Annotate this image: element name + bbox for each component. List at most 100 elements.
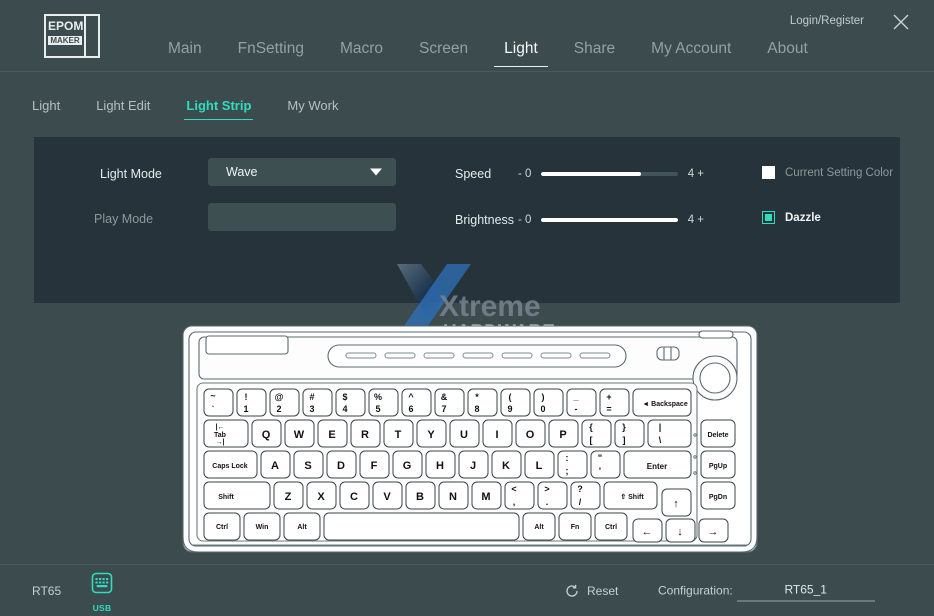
speed-min-label[interactable]: - 0: [518, 168, 531, 180]
nav-item-light[interactable]: Light: [486, 38, 556, 67]
svg-text:9: 9: [507, 404, 512, 414]
light-mode-label: Light Mode: [100, 167, 162, 181]
subnav-label: Light Edit: [96, 98, 151, 113]
svg-text:%: %: [374, 392, 382, 402]
subnav-item-light-edit[interactable]: Light Edit: [78, 96, 168, 116]
dazzle-checkbox[interactable]: Dazzle: [762, 211, 821, 224]
svg-text:M: M: [481, 491, 490, 503]
top-bar: EPOM MAKER Login/Register Main FnSetting…: [0, 0, 934, 72]
svg-text:;: ;: [566, 466, 569, 476]
svg-text::: :: [566, 453, 569, 463]
svg-text:J: J: [470, 460, 476, 472]
svg-text:A: A: [271, 460, 279, 472]
svg-text:V: V: [383, 491, 391, 503]
svg-text:W: W: [294, 429, 305, 441]
svg-text:I: I: [495, 429, 498, 441]
subnav-item-light-strip[interactable]: Light Strip: [168, 96, 269, 120]
keyboard-usb-icon[interactable]: USB: [84, 572, 120, 613]
connected-device-name: RT65: [32, 583, 62, 598]
svg-text:): ): [542, 392, 545, 402]
brightness-track[interactable]: [541, 218, 678, 222]
nav-label: Macro: [339, 40, 384, 57]
nav-item-my-account[interactable]: My Account: [633, 38, 749, 60]
svg-text:^: ^: [408, 392, 414, 402]
svg-text:PgUp: PgUp: [709, 463, 727, 470]
svg-text:&: &: [441, 392, 448, 402]
login-register-link[interactable]: Login/Register: [790, 15, 864, 27]
svg-text:S: S: [304, 460, 311, 472]
svg-text:R: R: [361, 429, 369, 441]
svg-text:U: U: [460, 429, 468, 441]
svg-text:Caps Lock: Caps Lock: [212, 463, 248, 470]
speed-slider[interactable]: - 0 4 +: [518, 165, 704, 183]
reset-button[interactable]: Reset: [565, 584, 618, 598]
svg-text:': ': [599, 466, 601, 476]
subnav-item-light[interactable]: Light: [32, 96, 78, 116]
svg-text:7: 7: [441, 404, 446, 414]
svg-text:Shift: Shift: [218, 494, 234, 501]
svg-text:K: K: [502, 460, 510, 472]
current-setting-color-checkbox[interactable]: Current Setting Color: [762, 166, 893, 179]
logo-text-primary: EPOM: [48, 19, 84, 33]
svg-text:1: 1: [243, 404, 248, 414]
checkbox-box[interactable]: [762, 211, 775, 224]
svg-text:L: L: [536, 460, 543, 472]
brightness-slider[interactable]: - 0 4 +: [518, 211, 704, 229]
sub-navigation: Light Light Edit Light Strip My Work: [0, 90, 356, 122]
svg-text:3: 3: [309, 404, 314, 414]
svg-text:H: H: [436, 460, 444, 472]
svg-text:⇧ Shift: ⇧ Shift: [620, 493, 644, 501]
svg-text:D: D: [337, 460, 345, 472]
speed-track[interactable]: [541, 172, 678, 176]
svg-text:$: $: [342, 392, 347, 402]
svg-text:E: E: [328, 429, 335, 441]
close-icon[interactable]: [890, 11, 912, 33]
brightness-label: Brightness: [455, 213, 515, 227]
nav-label: Main: [168, 40, 202, 57]
svg-text:F: F: [371, 460, 378, 472]
configuration-value: RT65_1: [784, 582, 827, 596]
nav-item-fnsetting[interactable]: FnSetting: [220, 38, 322, 60]
nav-item-screen[interactable]: Screen: [401, 38, 486, 60]
svg-text:↓: ↓: [677, 526, 683, 538]
svg-text:]: ]: [623, 435, 626, 445]
svg-text:<: <: [511, 484, 516, 494]
subnav-label: My Work: [287, 98, 339, 113]
svg-text:T: T: [395, 429, 402, 441]
configuration-label: Configuration:: [658, 583, 733, 598]
svg-text:Z: Z: [285, 491, 292, 503]
subnav-label: Light: [32, 98, 61, 113]
svg-text:←: ←: [642, 526, 653, 538]
svg-text:|←: |←: [216, 424, 225, 431]
nav-item-about[interactable]: About: [749, 38, 826, 60]
svg-text:0: 0: [540, 404, 545, 414]
svg-text:=: =: [606, 404, 611, 414]
speed-fill: [541, 172, 641, 176]
speed-label: Speed: [455, 167, 492, 181]
svg-text:Delete: Delete: [707, 432, 728, 439]
usb-label: USB: [92, 603, 112, 613]
play-mode-select[interactable]: [208, 203, 396, 231]
nav-item-macro[interactable]: Macro: [322, 38, 401, 60]
light-mode-select[interactable]: Wave: [208, 158, 396, 186]
svg-text:Alt: Alt: [297, 524, 307, 531]
svg-text:{: {: [589, 422, 593, 432]
nav-item-share[interactable]: Share: [556, 38, 633, 60]
configuration-input[interactable]: RT65_1: [736, 580, 875, 601]
nav-label: About: [767, 40, 808, 57]
svg-text:*: *: [475, 392, 479, 402]
brightness-max-label[interactable]: 4 +: [688, 214, 704, 226]
reset-label: Reset: [587, 583, 619, 598]
speed-max-label[interactable]: 4 +: [688, 168, 704, 180]
nav-item-main[interactable]: Main: [150, 38, 220, 60]
svg-text:Alt: Alt: [534, 524, 544, 531]
subnav-item-my-work[interactable]: My Work: [269, 96, 356, 116]
svg-text:5: 5: [375, 404, 380, 414]
checkbox-box[interactable]: [762, 166, 775, 179]
svg-text:#: #: [309, 392, 314, 402]
keyboard-preview[interactable]: ~ ` ! 1 @ 2 # 3 $ 4 % 5 ^ 6 & 7 * 8 (9 …: [180, 323, 760, 557]
brightness-min-label[interactable]: - 0: [518, 214, 531, 226]
configuration-field-group: Configuration: RT65_1: [658, 580, 875, 601]
subnav-active-underline: [184, 118, 254, 120]
subnav-label: Light Strip: [186, 98, 252, 113]
